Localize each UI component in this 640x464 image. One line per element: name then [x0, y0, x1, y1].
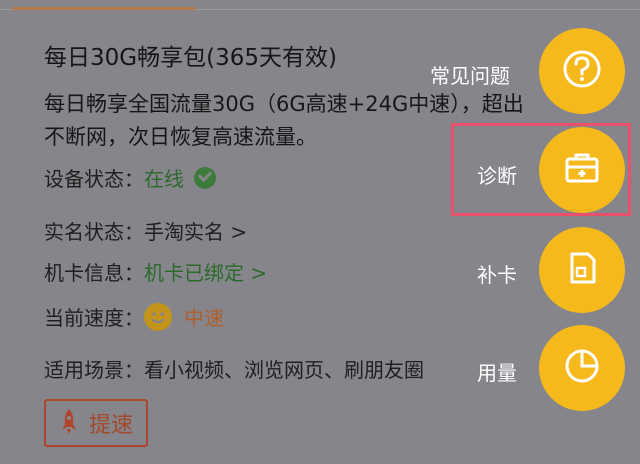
plan-description-line2: 不断网，次日恢复高速流量。 [44, 125, 317, 149]
card-info-label: 机卡信息： [44, 261, 144, 285]
rocket-icon [59, 407, 79, 439]
current-speed-row: 当前速度： 中速 [44, 302, 224, 331]
smile-icon [144, 302, 172, 331]
scenarios-label: 适用场景： [44, 358, 144, 382]
realname-status-label: 实名状态： [44, 220, 144, 244]
faq-label: 常见问题 [430, 64, 510, 88]
replace-card-label: 补卡 [477, 263, 517, 287]
current-speed-label: 当前速度： [44, 306, 144, 330]
plan-title: 每日30G畅享包(365天有效) [44, 45, 337, 71]
usage-button[interactable] [539, 325, 625, 411]
boost-button[interactable]: 提速 [44, 399, 148, 447]
card-info-link[interactable]: 机卡已绑定 > [144, 257, 267, 286]
plan-description-line1: 每日畅享全国流量30G（6G高速+24G中速），超出 [44, 92, 524, 116]
boost-button-label: 提速 [88, 413, 133, 438]
realname-status-link[interactable]: 手淘实名 > [144, 216, 247, 245]
diagnose-highlight-frame [451, 123, 631, 216]
active-tab-indicator [12, 7, 196, 10]
check-circle-icon [194, 166, 216, 189]
device-status-value: 在线 [144, 167, 184, 191]
question-icon [560, 47, 604, 95]
sim-card-icon [560, 246, 604, 294]
realname-status-row[interactable]: 实名状态： 手淘实名 > [44, 216, 247, 245]
pie-chart-icon [560, 344, 604, 392]
faq-button[interactable] [539, 28, 625, 114]
device-status-label: 设备状态： [44, 167, 144, 191]
scenarios-row: 适用场景： 看小视频、浏览网页、刷朋友圈 [44, 354, 424, 383]
current-speed-value: 中速 [184, 306, 224, 330]
replace-card-button[interactable] [539, 227, 625, 313]
device-status-row: 设备状态： 在线 [44, 163, 216, 192]
scenarios-value: 看小视频、浏览网页、刷朋友圈 [144, 358, 424, 382]
card-info-row[interactable]: 机卡信息： 机卡已绑定 > [44, 257, 267, 286]
usage-label: 用量 [477, 361, 517, 385]
